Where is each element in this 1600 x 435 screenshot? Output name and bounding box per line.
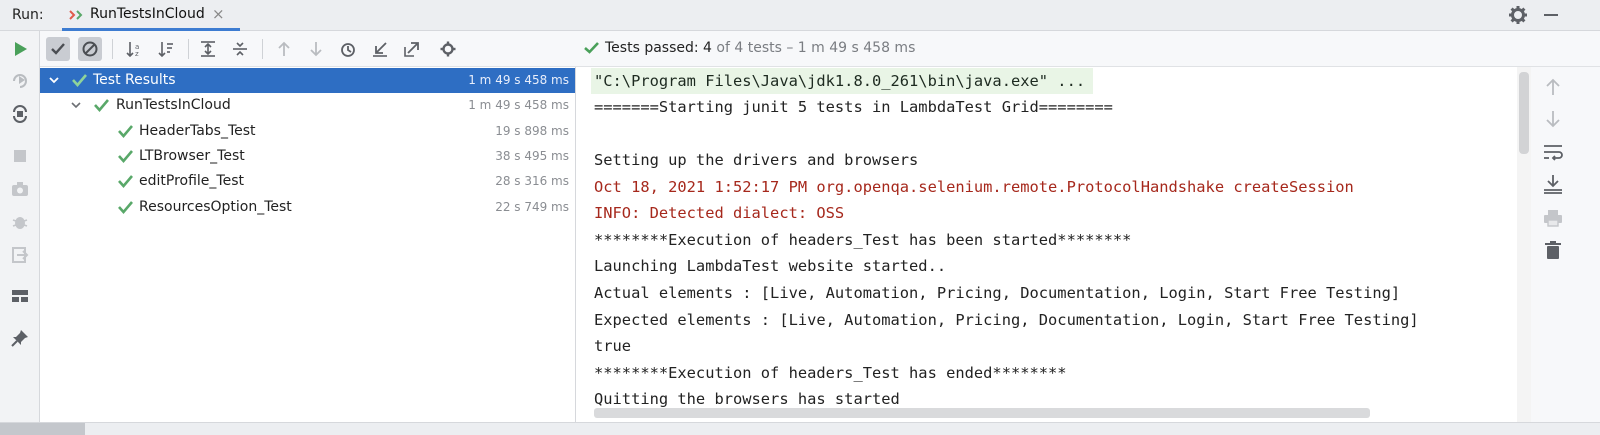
tree-row-duration: 19 s 898 ms <box>495 124 569 138</box>
passed-check-icon <box>94 98 109 112</box>
scroll-up-icon[interactable] <box>1542 76 1564 98</box>
svg-text:z: z <box>135 50 139 57</box>
passed-check-icon <box>72 73 87 87</box>
tree-row-label: Test Results <box>93 72 176 88</box>
status-count: 4 <box>703 40 712 56</box>
tree-row-duration: 22 s 749 ms <box>495 200 569 214</box>
gear-icon[interactable] <box>1508 5 1528 25</box>
passed-check-icon <box>118 149 133 163</box>
toolbar-separator <box>112 39 113 59</box>
console-line: Setting up the drivers and browsers <box>594 151 919 169</box>
left-vertical-toolbar <box>0 31 40 435</box>
tree-row-test[interactable]: editProfile_Test 28 s 316 ms <box>40 169 575 194</box>
tree-row-label: LTBrowser_Test <box>139 148 245 164</box>
tree-row-duration: 38 s 495 ms <box>495 149 569 163</box>
toolbar-separator <box>262 39 263 59</box>
status-prefix: Tests passed: <box>605 40 699 56</box>
vertical-scrollbar[interactable] <box>1519 72 1529 154</box>
sort-duration-icon[interactable] <box>154 37 178 61</box>
stop-icon[interactable] <box>10 146 30 166</box>
console-line: Actual elements : [Live, Automation, Pri… <box>594 284 1401 302</box>
check-icon <box>584 42 599 54</box>
tree-row-label: ResourcesOption_Test <box>139 199 292 215</box>
rerun-failed-icon[interactable] <box>10 71 30 91</box>
print-icon[interactable] <box>1542 207 1564 229</box>
console-line: Expected elements : [Live, Automation, P… <box>594 311 1419 329</box>
test-results-tree: Test Results 1 m 49 s 458 ms RunTestsInC… <box>40 67 576 422</box>
status-suffix: of 4 tests – 1 m 49 s 458 ms <box>716 40 916 56</box>
minimize-icon[interactable] <box>1541 5 1561 25</box>
toolbar-separator <box>188 39 189 59</box>
expand-all-icon[interactable] <box>196 37 220 61</box>
history-icon[interactable] <box>336 37 360 61</box>
rerun-icon[interactable] <box>10 39 30 59</box>
console-toolbar <box>1531 67 1600 422</box>
console-line: true <box>594 337 632 355</box>
console-line-stderr: INFO: Detected dialect: OSS <box>594 204 845 222</box>
tree-row-duration: 1 m 49 s 458 ms <box>468 98 569 112</box>
tree-row-label: editProfile_Test <box>139 173 244 189</box>
tree-row-test[interactable]: HeaderTabs_Test 19 s 898 ms <box>40 119 575 144</box>
clear-all-icon[interactable] <box>1542 239 1564 261</box>
chevron-down-icon[interactable] <box>48 74 60 86</box>
pin-icon[interactable] <box>10 328 30 348</box>
tab-title: RunTestsInCloud <box>90 6 205 22</box>
tree-row-duration: 28 s 316 ms <box>495 174 569 188</box>
run-toolbar-header: Run: RunTestsInCloud × <box>0 0 1600 31</box>
passed-check-icon <box>118 200 133 214</box>
debug-icon[interactable] <box>10 212 30 232</box>
passed-check-icon <box>118 124 133 138</box>
console-line-command[interactable]: "C:\Program Files\Java\jdk1.8.0_261\bin\… <box>591 68 1094 94</box>
show-passed-icon[interactable] <box>46 37 70 61</box>
console-output[interactable]: "C:\Program Files\Java\jdk1.8.0_261\bin\… <box>577 67 1529 422</box>
scroll-to-end-icon[interactable] <box>1542 173 1564 195</box>
tab-run-tests-in-cloud[interactable]: RunTestsInCloud × <box>62 0 254 31</box>
show-ignored-icon[interactable] <box>78 37 102 61</box>
scroll-down-icon[interactable] <box>1542 108 1564 130</box>
toggle-auto-test-icon[interactable] <box>10 104 30 124</box>
chevron-down-icon[interactable] <box>70 99 82 111</box>
import-icon[interactable] <box>368 37 392 61</box>
bottom-scrollbar[interactable] <box>0 423 85 435</box>
prev-failed-icon[interactable] <box>272 37 296 61</box>
tree-row-label: HeaderTabs_Test <box>139 123 256 139</box>
export-icon[interactable] <box>400 37 424 61</box>
tree-row-test[interactable]: LTBrowser_Test 38 s 495 ms <box>40 144 575 169</box>
console-line: =======Starting junit 5 tests in LambdaT… <box>594 98 1113 116</box>
layout-icon[interactable] <box>10 286 30 306</box>
test-runner-toolbar: az Tests passed: 4 of 4 tests – 1 m 49 s… <box>40 31 1600 67</box>
junit-config-icon <box>68 8 84 22</box>
soft-wrap-icon[interactable] <box>1542 141 1564 163</box>
next-failed-icon[interactable] <box>304 37 328 61</box>
console-line: Launching LambdaTest website started.. <box>594 257 947 275</box>
close-icon[interactable]: × <box>212 5 225 23</box>
settings-icon[interactable] <box>436 37 460 61</box>
exit-icon[interactable] <box>10 245 30 265</box>
camera-icon[interactable] <box>10 179 30 199</box>
tree-row-test[interactable]: ResourcesOption_Test 22 s 749 ms <box>40 195 575 220</box>
tree-row-suite[interactable]: RunTestsInCloud 1 m 49 s 458 ms <box>40 93 575 118</box>
collapse-all-icon[interactable] <box>228 37 252 61</box>
bottom-status-strip <box>0 422 1600 435</box>
tree-row-duration: 1 m 49 s 458 ms <box>468 73 569 87</box>
console-line: ********Execution of headers_Test has en… <box>594 364 1067 382</box>
console-line-stderr: Oct 18, 2021 1:52:17 PM org.openqa.selen… <box>594 178 1354 196</box>
horizontal-scrollbar[interactable] <box>594 408 1370 418</box>
tree-row-label: RunTestsInCloud <box>116 97 231 113</box>
tree-row-test-results[interactable]: Test Results 1 m 49 s 458 ms <box>40 68 575 93</box>
passed-check-icon <box>118 174 133 188</box>
console-line: ********Execution of headers_Test has be… <box>594 231 1132 249</box>
run-label: Run: <box>12 7 44 23</box>
test-status-summary: Tests passed: 4 of 4 tests – 1 m 49 s 45… <box>584 40 915 56</box>
sort-alpha-icon[interactable]: az <box>122 37 146 61</box>
